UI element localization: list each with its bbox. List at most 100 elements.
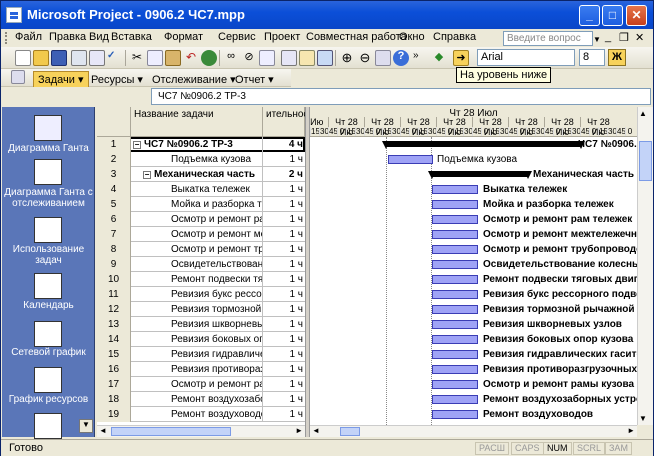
goto-task-icon[interactable] (375, 50, 391, 66)
help-icon[interactable]: ? (393, 50, 409, 66)
assign-resources-icon[interactable] (317, 50, 333, 66)
table-row[interactable]: 14 Ревизия боковых опо 1 ч (97, 332, 305, 347)
duration-cell[interactable]: 4 ч (263, 137, 305, 152)
table-row[interactable]: 7 Осмотр и ремонт меж 1 ч (97, 227, 305, 242)
duration-cell[interactable]: 1 ч (263, 347, 305, 362)
task-name-cell[interactable]: Осмотр и ремонт тру (131, 242, 263, 257)
task-name-cell[interactable]: Ревизия противоразг (131, 362, 263, 377)
table-row[interactable]: 3− Механическая часть 2 ч (97, 167, 305, 182)
duration-cell[interactable]: 1 ч (263, 407, 305, 422)
name-header[interactable]: Название задачи (131, 107, 263, 137)
gantt-guide-line[interactable] (386, 137, 387, 425)
vscroll-thumb[interactable] (639, 141, 652, 181)
paste-icon[interactable] (165, 50, 181, 66)
task-name-cell[interactable]: Ревизия гидравличес (131, 347, 263, 362)
tracking-button[interactable]: Отслеживание ▾ (152, 73, 236, 86)
duration-cell[interactable]: 1 ч (263, 152, 305, 167)
print-icon[interactable] (71, 50, 87, 66)
gantt-vscroll[interactable]: ▲ ▼ (637, 107, 653, 425)
viewbar-scroll-down-icon[interactable]: ▼ (79, 419, 93, 433)
question-dropdown-icon[interactable]: ▼ (593, 35, 601, 44)
maximize-button[interactable]: □ (602, 5, 623, 26)
table-row[interactable]: 5 Мойка и разборка тел 1 ч (97, 197, 305, 212)
gantt-task-bar[interactable] (432, 365, 478, 374)
duration-cell[interactable]: 1 ч (263, 212, 305, 227)
task-name-cell[interactable]: Освидетельствовани (131, 257, 263, 272)
scroll-right-icon[interactable]: ► (295, 426, 303, 435)
gantt-task-bar[interactable] (432, 320, 478, 329)
gantt-hscroll[interactable]: ◄ ► (310, 425, 637, 437)
gantt-task-bar[interactable] (432, 275, 478, 284)
link-tasks-icon[interactable]: ∞ (223, 50, 239, 66)
menu-format[interactable]: Формат (164, 31, 203, 43)
view-resource-graph[interactable]: График ресурсов (2, 394, 95, 405)
duration-cell[interactable]: 1 ч (263, 257, 305, 272)
table-row[interactable]: 2 Подъемка кузова 1 ч (97, 152, 305, 167)
table-row[interactable]: 16 Ревизия противоразг 1 ч (97, 362, 305, 377)
report-button[interactable]: Отчет ▾ (235, 73, 274, 86)
collapse-icon[interactable]: − (133, 141, 141, 149)
table-row[interactable]: 17 Осмотр и ремонт рам 1 ч (97, 377, 305, 392)
doc-minimize-icon[interactable]: _ (605, 31, 611, 43)
indent-icon[interactable]: ➜ (453, 50, 469, 66)
table-row[interactable]: 9 Освидетельствовани 1 ч (97, 257, 305, 272)
table-row[interactable]: 12 Ревизия тормозной р1 ч (97, 302, 305, 317)
zoom-in-icon[interactable]: ⊕ (339, 50, 355, 66)
doc-close-icon[interactable]: ✕ (635, 31, 644, 44)
duration-header[interactable]: ительнос (263, 107, 308, 137)
copy-icon[interactable] (147, 50, 163, 66)
gantt-task-bar[interactable] (432, 395, 478, 404)
duration-cell[interactable]: 1 ч (263, 242, 305, 257)
doc-restore-icon[interactable]: ❐ (619, 31, 629, 44)
font-size-select[interactable]: 8 (579, 49, 605, 66)
duration-cell[interactable]: 1 ч (263, 272, 305, 287)
table-row[interactable]: 13 Ревизия шкворневых 1 ч (97, 317, 305, 332)
close-button[interactable]: ✕ (626, 5, 647, 26)
menu-window[interactable]: Окно (399, 31, 425, 43)
question-input[interactable]: Введите вопрос (503, 31, 593, 46)
task-name-cell[interactable]: Ревизия шкворневых (131, 317, 263, 332)
task-name-cell[interactable]: − Механическая часть (131, 167, 263, 182)
gantt-task-bar[interactable] (432, 335, 478, 344)
view-calendar[interactable]: Календарь (2, 300, 95, 311)
gantt-task-bar[interactable] (432, 200, 478, 209)
gantt-task-bar[interactable] (432, 380, 478, 389)
view-tracking-gantt[interactable]: Диаграмма Ганта с отслеживанием (2, 187, 95, 209)
gantt-task-bar[interactable] (432, 215, 478, 224)
gantt-task-bar[interactable] (432, 245, 478, 254)
scroll-down-icon[interactable]: ▼ (639, 414, 647, 423)
menu-tools[interactable]: Сервис (218, 31, 256, 43)
gantt-task-bar[interactable] (432, 290, 478, 299)
unlink-tasks-icon[interactable]: ⊘ (241, 50, 257, 66)
duration-cell[interactable]: 1 ч (263, 302, 305, 317)
table-row[interactable]: 6 Осмотр и ремонт рам 1 ч (97, 212, 305, 227)
font-select[interactable]: Arial (477, 49, 575, 66)
menu-file[interactable]: Файл (15, 31, 42, 43)
gantt-task-bar[interactable] (432, 410, 478, 419)
menu-view[interactable]: Вид (89, 31, 109, 43)
menu-project[interactable]: Проект (264, 31, 300, 43)
table-row[interactable]: 19 Ремонт воздуховодо 1 ч (97, 407, 305, 422)
table-row[interactable]: 11 Ревизия букс рессорн 1 ч (97, 287, 305, 302)
duration-cell[interactable]: 1 ч (263, 317, 305, 332)
duration-cell[interactable]: 1 ч (263, 332, 305, 347)
duration-cell[interactable]: 1 ч (263, 227, 305, 242)
minimize-button[interactable]: _ (579, 5, 600, 26)
gantt-summary-bar[interactable] (428, 171, 532, 179)
hscroll-thumb[interactable] (111, 427, 231, 436)
undo-icon[interactable]: ↶ (183, 50, 199, 66)
collapse-icon[interactable]: − (143, 171, 151, 179)
table-row[interactable]: 10 Ремонт подвески тяго 1 ч (97, 272, 305, 287)
duration-cell[interactable]: 1 ч (263, 287, 305, 302)
bold-button[interactable]: Ж (608, 49, 626, 66)
task-name-cell[interactable]: Ревизия боковых опо (131, 332, 263, 347)
task-info-icon[interactable] (281, 50, 297, 66)
duration-cell[interactable]: 1 ч (263, 377, 305, 392)
save-icon[interactable] (51, 50, 67, 66)
menu-edit[interactable]: Правка (49, 31, 86, 43)
task-name-cell[interactable]: Ремонт воздухозабор (131, 392, 263, 407)
duration-cell[interactable]: 1 ч (263, 362, 305, 377)
gantt-task-bar[interactable] (432, 230, 478, 239)
gantt-task-bar[interactable] (432, 350, 478, 359)
gantt-task-bar[interactable] (388, 155, 433, 164)
